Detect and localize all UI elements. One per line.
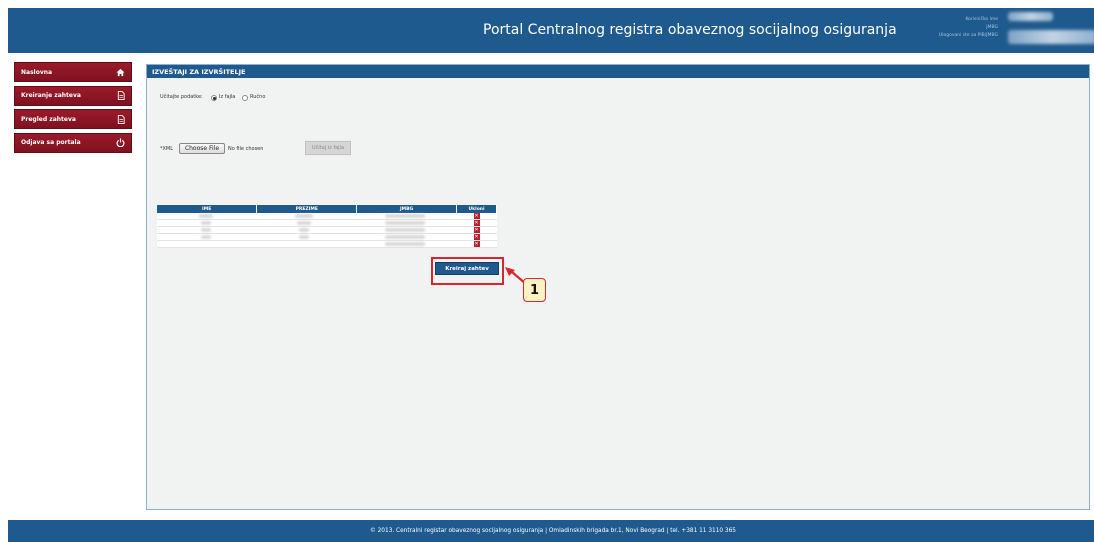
sidebar-item-label: Odjava sa portala [21, 139, 81, 146]
sidebar-item-odjava[interactable]: Odjava sa portala [14, 132, 132, 153]
table-row: ✕ [157, 219, 497, 227]
radio-manual[interactable] [242, 95, 248, 101]
cell-jmbg [356, 233, 457, 241]
cell-jmbg [356, 226, 457, 234]
cell-ukloni: ✕ [456, 233, 497, 241]
cell-prezime [256, 240, 357, 248]
document-icon [116, 114, 125, 124]
site-footer: © 2013. Centralni registar obaveznog soc… [8, 520, 1094, 542]
cell-ukloni: ✕ [456, 240, 497, 248]
table-row: ✕ [157, 233, 497, 241]
delete-icon[interactable]: ✕ [473, 234, 480, 240]
radio-from-file-label: Iz fajla [219, 94, 236, 100]
cell-ime [157, 226, 257, 234]
sidebar-item-pregled-zahteva[interactable]: Pregled zahteva [14, 109, 132, 129]
table-row: ✕ [157, 240, 497, 248]
sidebar-item-label: Kreiranje zahteva [21, 92, 81, 99]
radio-manual-label: Ručno [250, 94, 266, 100]
pib-redacted [1008, 30, 1094, 44]
site-header: Portal Centralnog registra obaveznog soc… [8, 8, 1094, 53]
pib-label: Ulogovani ste za PIB/JMBG [938, 33, 998, 38]
footer-text: © 2013. Centralni registar obaveznog soc… [369, 528, 737, 534]
cell-jmbg [356, 240, 457, 248]
persons-table: IME PREZIME JMBG Ukloni ✕ ✕ ✕ ✕ ✕ [157, 205, 497, 248]
cell-ukloni: ✕ [456, 219, 497, 227]
delete-icon[interactable]: ✕ [473, 227, 480, 233]
panel-title: IZVEŠTAJI ZA IZVRŠITELJE [147, 65, 1089, 78]
cell-ukloni: ✕ [456, 226, 497, 234]
cell-prezime [256, 226, 357, 234]
delete-icon[interactable]: ✕ [473, 220, 480, 226]
sidebar-item-label: Pregled zahteva [21, 115, 76, 123]
cell-prezime [256, 233, 357, 241]
column-header-prezime: PREZIME [256, 205, 358, 213]
username-label: Korisničko ime [965, 17, 998, 22]
table-row: ✕ [157, 226, 497, 234]
cell-ime [157, 219, 257, 227]
cell-prezime [256, 219, 357, 227]
cell-ime [157, 233, 257, 241]
column-header-ukloni: Ukloni [456, 205, 497, 213]
column-header-jmbg: JMBG [356, 205, 458, 213]
user-info: Korisničko ime JMBG Ulogovani ste za PIB… [939, 16, 998, 40]
callout-badge: 1 [523, 278, 546, 302]
jmbg-label: JMBG [986, 25, 998, 30]
radio-from-file[interactable] [211, 95, 217, 101]
delete-icon[interactable]: ✕ [473, 241, 480, 247]
sidebar-item-label: Naslovna [21, 68, 53, 76]
load-data-label: Učitajte podatke: [160, 94, 203, 100]
sidebar-item-kreiranje-zahteva[interactable]: Kreiranje zahteva [14, 85, 132, 106]
home-icon [116, 68, 125, 77]
sidebar-nav: Naslovna Kreiranje zahteva Pregled zahte… [14, 62, 132, 156]
cell-ime [157, 240, 257, 248]
choose-file-button[interactable]: Choose File [179, 143, 225, 154]
delete-icon[interactable]: ✕ [473, 213, 480, 219]
document-icon [116, 91, 125, 100]
username-redacted [1008, 12, 1053, 21]
portal-title: Portal Centralnog registra obaveznog soc… [483, 22, 897, 38]
column-header-ime: IME [157, 205, 258, 213]
load-from-file-button[interactable]: Učitaj iz fajla [305, 141, 351, 155]
power-icon [116, 138, 125, 147]
table-header-row: IME PREZIME JMBG Ukloni [157, 205, 497, 213]
sidebar-item-naslovna[interactable]: Naslovna [14, 62, 132, 82]
xml-label: *XML [160, 146, 174, 152]
main-panel: IZVEŠTAJI ZA IZVRŠITELJE [146, 64, 1090, 510]
no-file-label: No file chosen [228, 146, 264, 152]
create-request-button[interactable]: Kreiraj zahtev [435, 262, 499, 275]
cell-jmbg [356, 219, 457, 227]
